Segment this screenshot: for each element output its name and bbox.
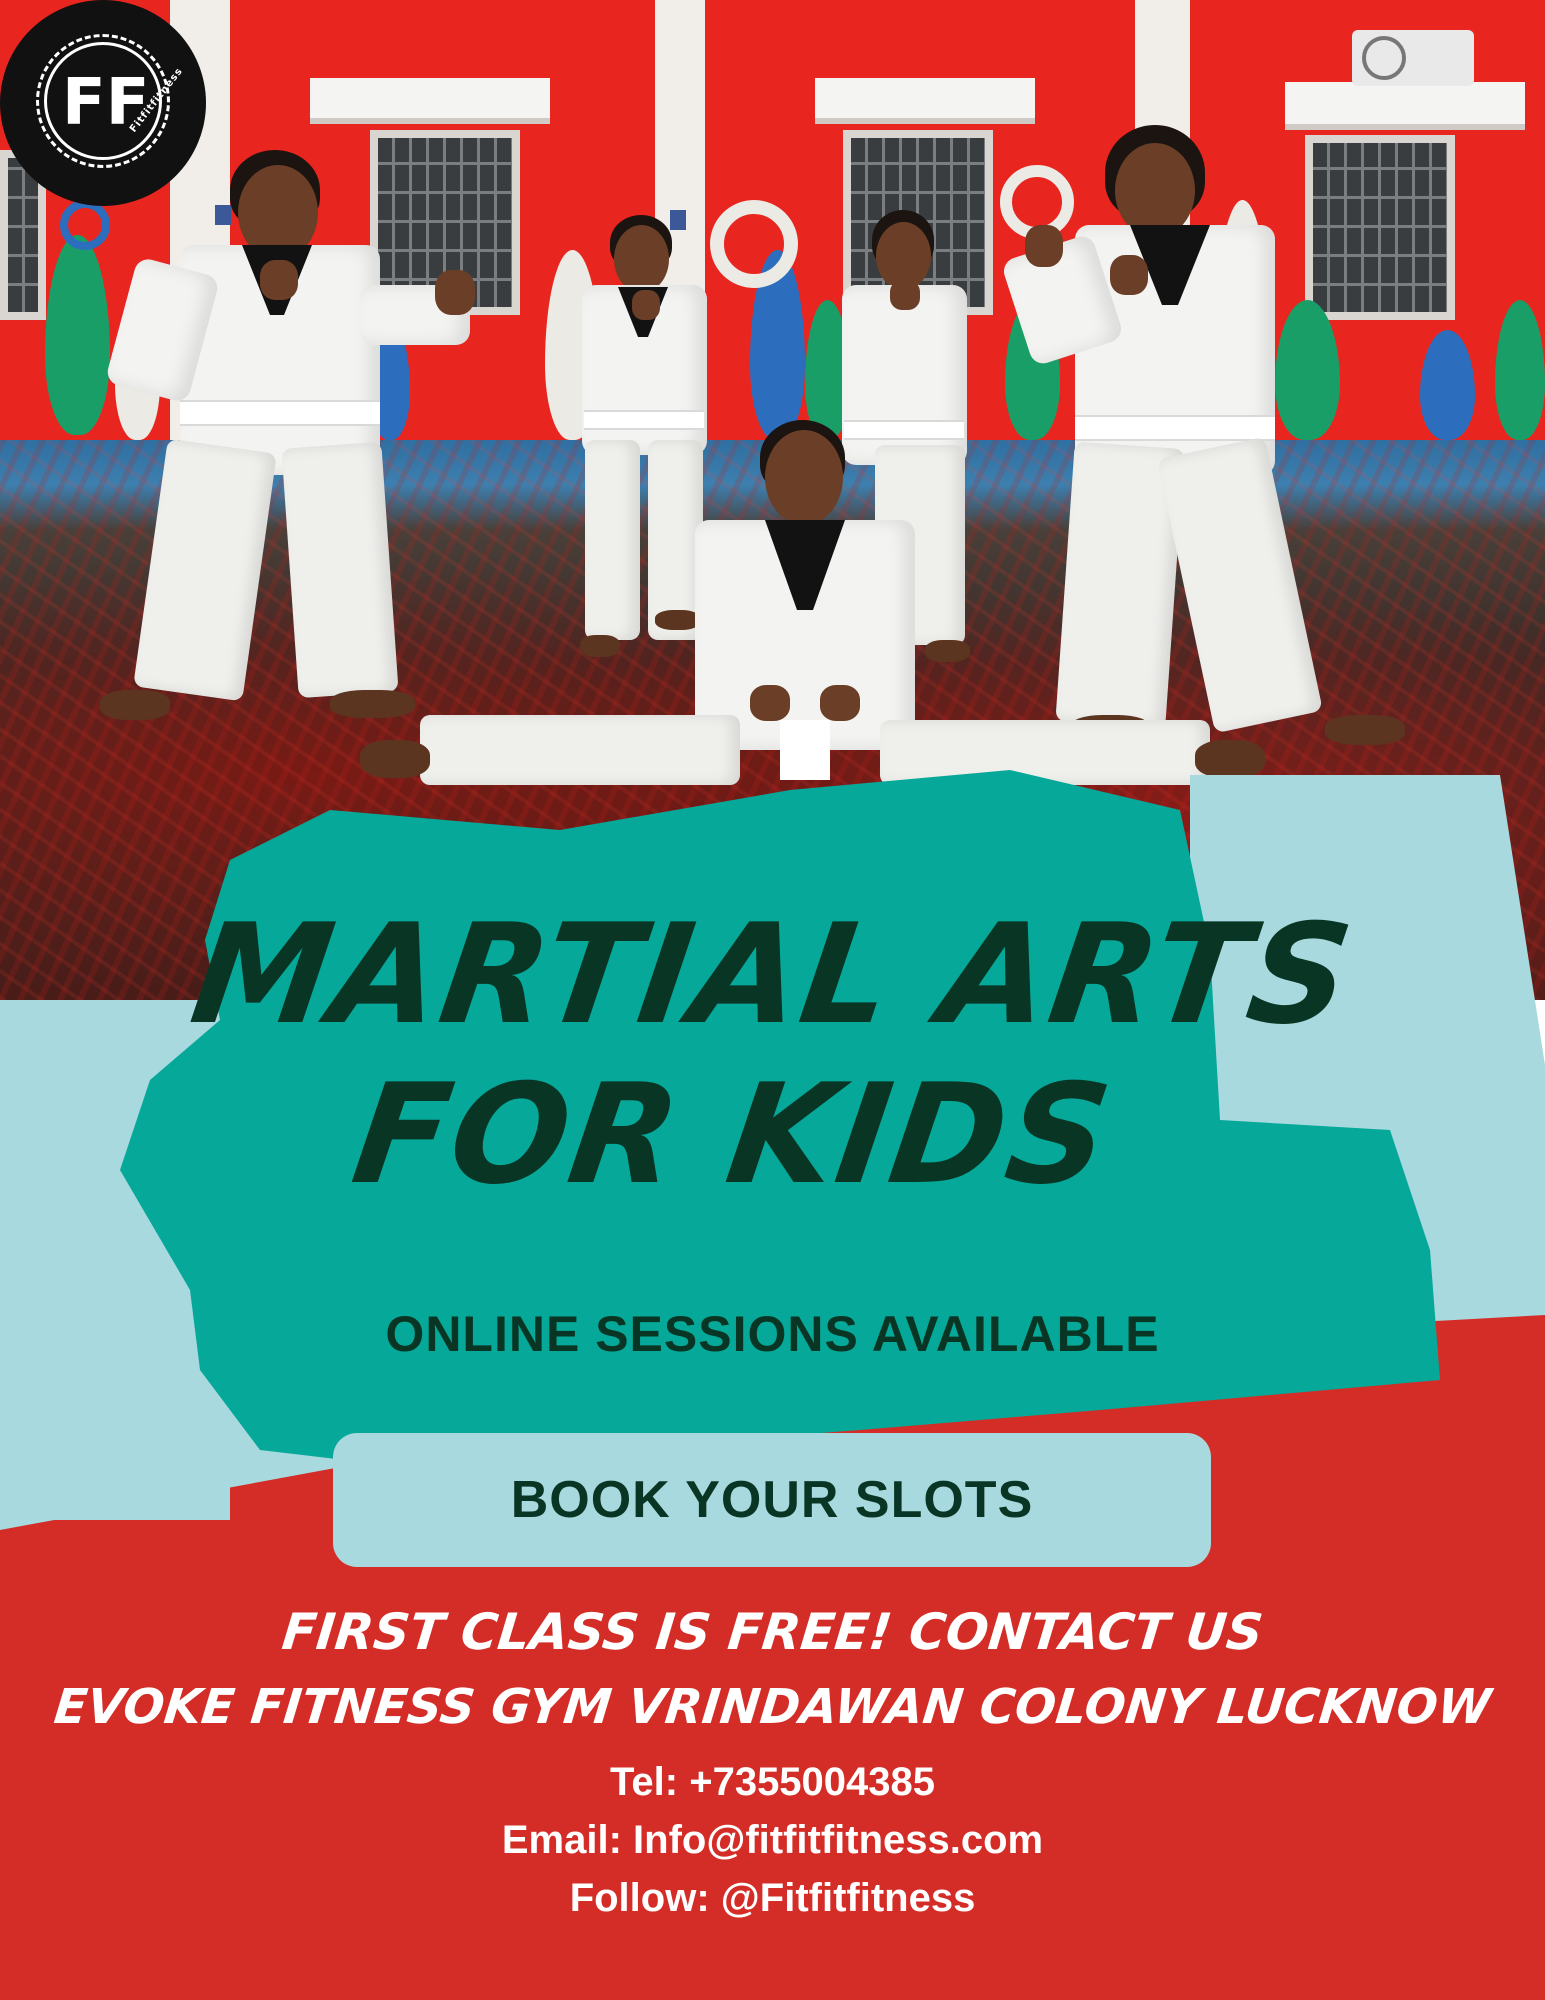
headline-line-1: MARTIAL ARTS bbox=[182, 894, 1363, 1055]
headline-line-2: FOR KIDS bbox=[344, 1054, 1121, 1215]
mural-circle bbox=[710, 200, 798, 288]
promo-free-class: FIRST CLASS IS FREE! CONTACT US bbox=[279, 1603, 1266, 1661]
contact-phone[interactable]: Tel: +7355004385 bbox=[0, 1760, 1545, 1805]
brand-logo: FF Fitfitfitness bbox=[0, 0, 206, 206]
mural-circle bbox=[60, 200, 110, 250]
promo-address: EVOKE FITNESS GYM VRINDAWAN COLONY LUCKN… bbox=[51, 1679, 1494, 1735]
book-slots-button[interactable]: BOOK YOUR SLOTS bbox=[333, 1433, 1211, 1567]
logo-mark: FF bbox=[62, 66, 150, 140]
book-slots-label: BOOK YOUR SLOTS bbox=[510, 1471, 1034, 1529]
contact-social[interactable]: Follow: @Fitfitfitness bbox=[0, 1876, 1545, 1921]
window-sill bbox=[1285, 82, 1525, 130]
window-sill bbox=[815, 78, 1035, 124]
ac-unit bbox=[1352, 30, 1474, 86]
window-sill bbox=[310, 78, 550, 124]
poster: FF Fitfitfitness MARTIAL ARTS FOR KIDS O… bbox=[0, 0, 1545, 2000]
contact-email[interactable]: Email: Info@fitfitfitness.com bbox=[0, 1818, 1545, 1863]
kid-splits bbox=[360, 420, 1265, 800]
subheadline: ONLINE SESSIONS AVAILABLE bbox=[385, 1306, 1160, 1362]
